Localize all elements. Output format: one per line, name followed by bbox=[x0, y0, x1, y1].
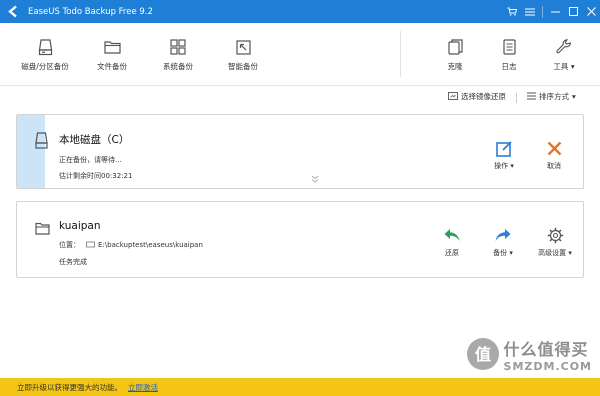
app-logo-icon bbox=[5, 4, 21, 20]
toolbar-divider bbox=[400, 31, 401, 77]
watermark-text: 什么值得买 SMZDM.COM bbox=[504, 336, 592, 373]
close-icon[interactable] bbox=[582, 0, 600, 23]
sortbar-divider bbox=[516, 93, 517, 103]
cancel-x-icon bbox=[534, 138, 574, 158]
minimize-icon[interactable] bbox=[546, 0, 564, 23]
activate-now-link[interactable]: 立即激活 bbox=[128, 382, 158, 393]
toolbar-label: 克隆 bbox=[447, 62, 463, 71]
wrench-icon bbox=[534, 37, 594, 57]
restore-button[interactable]: 还原 bbox=[432, 225, 472, 258]
backup-arrow-icon bbox=[483, 225, 523, 245]
sort-button[interactable]: 排序方式 ▾ bbox=[527, 91, 576, 102]
watermark-logo-icon: 值 bbox=[466, 337, 500, 373]
toolbar-label: 日志 bbox=[501, 62, 517, 71]
dropdown-arrow-icon: ▾ bbox=[570, 62, 575, 71]
dropdown-arrow-icon: ▾ bbox=[509, 249, 513, 257]
folder-icon bbox=[82, 37, 142, 57]
task-name: kuaipan bbox=[59, 220, 101, 232]
task-status: 任务完成 bbox=[59, 258, 87, 266]
backup-label: 备份 bbox=[493, 249, 508, 257]
advanced-settings-label-row: 高级设置 ▾ bbox=[530, 248, 580, 258]
location-path: E:\backuptest\easeus\kuaipan bbox=[98, 241, 203, 249]
folder-icon bbox=[35, 222, 50, 237]
expand-chevron-icon[interactable] bbox=[311, 175, 319, 185]
dropdown-arrow-icon: ▾ bbox=[568, 249, 572, 257]
dropdown-arrow-icon: ▾ bbox=[572, 92, 576, 101]
disk-icon bbox=[15, 37, 75, 57]
task-location-row: 位置： E:\backuptest\easeus\kuaipan bbox=[59, 240, 203, 250]
toolbar-label: 智能备份 bbox=[228, 62, 258, 71]
gear-icon bbox=[530, 225, 580, 245]
sort-label: 排序方式 bbox=[539, 92, 569, 101]
clone-icon bbox=[425, 37, 485, 57]
toolbar-system-backup[interactable]: 系统备份 bbox=[148, 37, 208, 72]
log-icon bbox=[479, 37, 539, 57]
menu-icon[interactable] bbox=[521, 0, 539, 23]
task-name: 本地磁盘（C） bbox=[59, 134, 130, 146]
maximize-icon[interactable] bbox=[564, 0, 582, 23]
backup-task-card[interactable]: kuaipan 位置： E:\backuptest\easeus\kuaipan… bbox=[16, 201, 584, 278]
svg-text:值: 值 bbox=[475, 345, 491, 364]
drive-icon bbox=[86, 241, 95, 250]
operate-label-row: 操作 ▾ bbox=[484, 161, 524, 171]
backup-label-row: 备份 ▾ bbox=[483, 248, 523, 258]
toolbar-label: 工具 bbox=[553, 62, 569, 71]
toolbar-tools-label: 工具 ▾ bbox=[534, 61, 594, 72]
select-image-restore-button[interactable]: 选择镜像还原 bbox=[448, 91, 506, 102]
restore-arrow-icon bbox=[432, 225, 472, 245]
toolbar-clone[interactable]: 克隆 bbox=[425, 37, 485, 72]
disk-icon bbox=[35, 132, 48, 151]
title-separator bbox=[542, 5, 543, 18]
backup-button[interactable]: 备份 ▾ bbox=[483, 225, 523, 258]
edit-icon bbox=[484, 138, 524, 158]
operate-button[interactable]: 操作 ▾ bbox=[484, 138, 524, 171]
title-bar: EaseUS Todo Backup Free 9.2 bbox=[0, 0, 600, 23]
toolbar-label: 文件备份 bbox=[97, 62, 127, 71]
toolbar-log[interactable]: 日志 bbox=[479, 37, 539, 72]
toolbar-disk-partition-backup[interactable]: 磁盘/分区备份 bbox=[15, 37, 75, 72]
cart-icon[interactable] bbox=[503, 0, 521, 23]
sort-bar: 选择镜像还原 排序方式 ▾ bbox=[0, 86, 600, 108]
backup-task-card[interactable]: 本地磁盘（C） 正在备份，请等待... 估计剩余时间00:32:21 操作 ▾ … bbox=[16, 114, 584, 189]
upgrade-text: 立即升级以获得更强大的功能。 bbox=[17, 382, 122, 392]
window-title: EaseUS Todo Backup Free 9.2 bbox=[28, 6, 153, 17]
cancel-button[interactable]: 取消 bbox=[534, 138, 574, 171]
toolbar-file-backup[interactable]: 文件备份 bbox=[82, 37, 142, 72]
advanced-settings-button[interactable]: 高级设置 ▾ bbox=[530, 225, 580, 258]
operate-label: 操作 bbox=[494, 162, 509, 170]
advanced-settings-label: 高级设置 bbox=[538, 249, 567, 257]
task-eta: 估计剩余时间00:32:21 bbox=[59, 172, 133, 180]
smart-arrow-icon bbox=[213, 37, 273, 57]
toolbar-label: 磁盘/分区备份 bbox=[21, 62, 69, 71]
watermark-cn: 什么值得买 bbox=[503, 340, 589, 359]
cancel-label: 取消 bbox=[547, 162, 561, 170]
sort-icon bbox=[527, 92, 536, 102]
restore-label: 还原 bbox=[445, 249, 459, 257]
progress-indicator bbox=[17, 115, 45, 188]
toolbar-tools[interactable]: 工具 ▾ bbox=[534, 37, 594, 72]
toolbar-smart-backup[interactable]: 智能备份 bbox=[213, 37, 273, 72]
task-status: 正在备份，请等待... bbox=[59, 156, 122, 164]
windows-icon bbox=[148, 37, 208, 57]
image-restore-icon bbox=[448, 91, 458, 102]
toolbar-label: 系统备份 bbox=[163, 62, 193, 71]
watermark: 值 什么值得买 SMZDM.COM bbox=[466, 336, 592, 373]
dropdown-arrow-icon: ▾ bbox=[510, 162, 514, 170]
main-toolbar: 磁盘/分区备份 文件备份 系统备份 智能备份 克隆 日志 工具 ▾ bbox=[0, 23, 600, 86]
upgrade-bar: 立即升级以获得更强大的功能。 立即激活 bbox=[0, 378, 600, 396]
select-image-restore-label: 选择镜像还原 bbox=[461, 92, 506, 101]
watermark-en: SMZDM.COM bbox=[503, 360, 592, 373]
location-label: 位置： bbox=[59, 241, 80, 249]
